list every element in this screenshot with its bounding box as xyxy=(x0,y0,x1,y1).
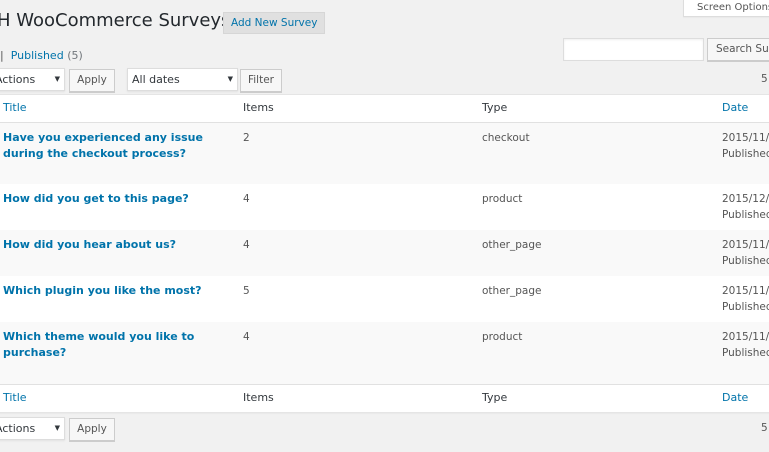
bulk-actions-select-bottom[interactable]: Actions ▼ xyxy=(0,417,65,440)
column-footer-date[interactable]: Date xyxy=(722,391,748,404)
column-footer-items: Items xyxy=(243,391,274,404)
items-count-top: 5 xyxy=(761,73,768,85)
row-title-link[interactable]: Which theme would you like to purchase? xyxy=(3,329,231,361)
column-header-items: Items xyxy=(243,101,274,114)
surveys-table: Title Items Type Date Have you experienc… xyxy=(0,94,769,413)
row-title-link[interactable]: How did you get to this page? xyxy=(3,191,231,207)
row-status: Published xyxy=(722,301,769,313)
table-footer: Title Items Type Date xyxy=(0,384,769,412)
row-items: 5 xyxy=(243,285,250,297)
row-items: 4 xyxy=(243,239,250,251)
screen-options-button[interactable]: Screen Options xyxy=(683,0,769,17)
table-row: How did you get to this page? 4 product … xyxy=(0,184,769,230)
apply-button-bottom[interactable]: Apply xyxy=(69,418,115,441)
dropdown-arrow-icon: ▼ xyxy=(54,75,60,83)
page-title: H WooCommerce Surveys xyxy=(0,10,231,31)
date-filter-label: All dates xyxy=(132,73,180,86)
row-items: 2 xyxy=(243,132,250,144)
row-date: 2015/11/30 xyxy=(722,285,769,297)
row-status: Published xyxy=(722,148,769,160)
row-status: Published xyxy=(722,209,769,221)
view-published-count: (5) xyxy=(67,49,83,62)
row-status: Published xyxy=(722,255,769,267)
row-items: 4 xyxy=(243,193,250,205)
apply-button-top[interactable]: Apply xyxy=(69,69,115,92)
view-published-link[interactable]: Published xyxy=(11,49,64,62)
row-date: 2015/11/30 xyxy=(722,331,769,343)
row-title-link[interactable]: Have you experienced any issue during th… xyxy=(3,130,231,162)
dropdown-arrow-icon: ▼ xyxy=(54,424,60,432)
column-footer-title[interactable]: Title xyxy=(3,391,27,404)
row-type: product xyxy=(482,193,523,205)
filter-button[interactable]: Filter xyxy=(240,69,282,92)
column-header-date[interactable]: Date xyxy=(722,101,748,114)
search-input[interactable] xyxy=(563,38,704,61)
column-header-title[interactable]: Title xyxy=(3,101,27,114)
row-type: other_page xyxy=(482,285,542,297)
row-items: 4 xyxy=(243,331,250,343)
row-date: 2015/12/01 xyxy=(722,193,769,205)
column-header-type: Type xyxy=(482,101,508,114)
row-date: 2015/11/30 xyxy=(722,239,769,251)
table-header: Title Items Type Date xyxy=(0,95,769,123)
search-button[interactable]: Search Surveys xyxy=(707,38,769,61)
row-status: Published xyxy=(722,347,769,359)
items-count-bottom: 5 xyxy=(761,422,768,434)
column-footer-type: Type xyxy=(482,391,508,404)
add-new-survey-button[interactable]: Add New Survey xyxy=(223,12,326,34)
row-type: product xyxy=(482,331,523,343)
status-views: | Published (5) xyxy=(0,49,83,62)
bulk-actions-label: Actions xyxy=(0,422,36,435)
date-filter-select[interactable]: All dates ▼ xyxy=(127,68,238,91)
table-row: Have you experienced any issue during th… xyxy=(0,123,769,184)
table-row: How did you hear about us? 4 other_page … xyxy=(0,230,769,276)
dropdown-arrow-icon: ▼ xyxy=(227,75,233,83)
row-type: other_page xyxy=(482,239,542,251)
bulk-actions-select-top[interactable]: Actions ▼ xyxy=(0,68,65,91)
row-type: checkout xyxy=(482,132,530,144)
table-row: Which theme would you like to purchase? … xyxy=(0,322,769,384)
views-separator: | xyxy=(0,49,4,62)
row-title-link[interactable]: Which plugin you like the most? xyxy=(3,283,231,299)
bulk-actions-label: Actions xyxy=(0,73,36,86)
table-row: Which plugin you like the most? 5 other_… xyxy=(0,276,769,322)
row-title-link[interactable]: How did you hear about us? xyxy=(3,237,231,253)
row-date: 2015/11/30 xyxy=(722,132,769,144)
